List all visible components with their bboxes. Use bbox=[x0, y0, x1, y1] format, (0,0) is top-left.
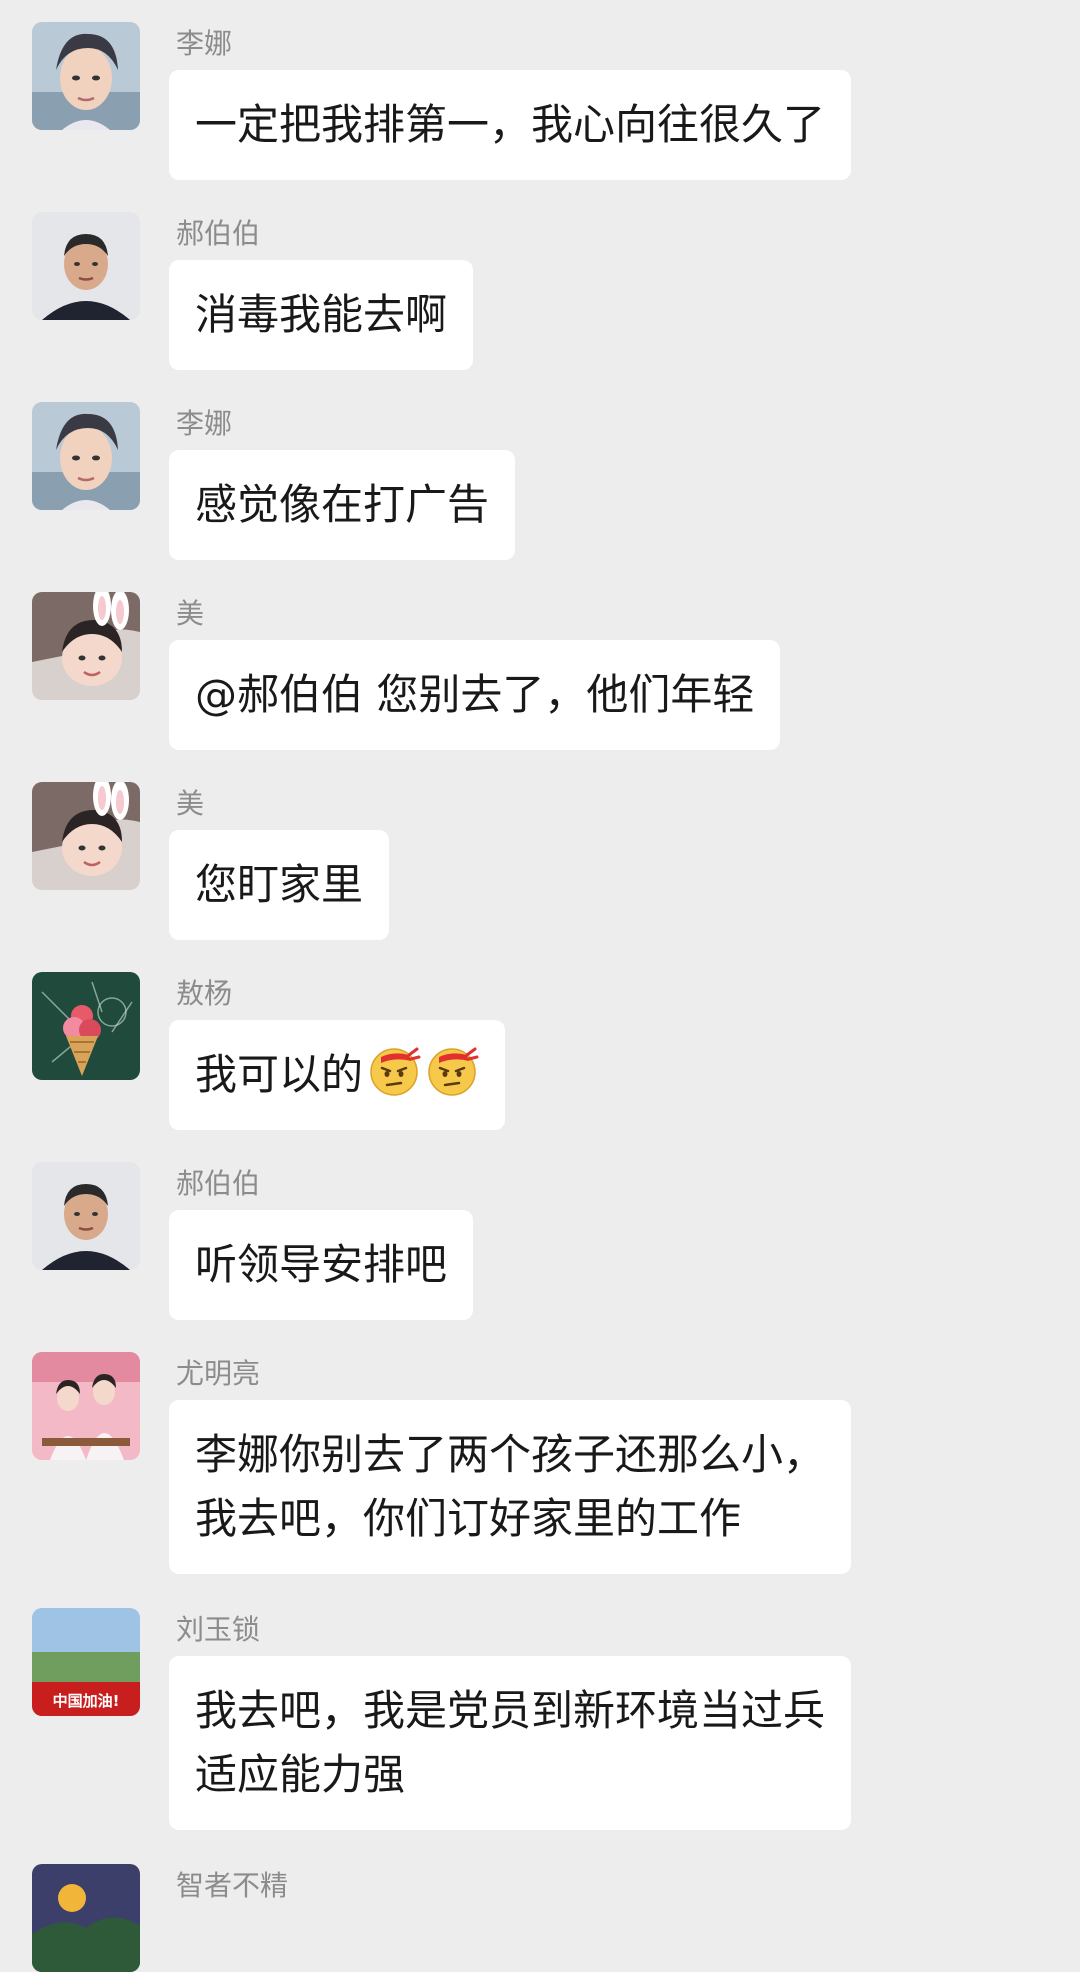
message-text: 我去吧，我是党员到新环境当过兵 bbox=[195, 1686, 826, 1735]
determined-face-emoji-icon bbox=[425, 1043, 479, 1097]
determined-face-emoji-icon bbox=[367, 1043, 421, 1097]
message-bubble[interactable]: 李娜你别去了两个孩子还那么小， 我去吧，你们订好家里的工作 bbox=[169, 1400, 852, 1574]
message-text: 消毒我能去啊 bbox=[195, 290, 448, 339]
avatar[interactable] bbox=[32, 972, 140, 1080]
message-bubble[interactable]: @郝伯伯 您别去了，他们年轻 bbox=[169, 640, 781, 750]
avatar-caption: 中国加油! bbox=[53, 1692, 120, 1710]
message-text: 您盯家里 bbox=[195, 860, 364, 909]
message-text: 一定把我排第一，我心向往很久了 bbox=[195, 100, 826, 149]
message-text: 我可以的 bbox=[195, 1050, 364, 1099]
message-bubble[interactable]: 感觉像在打广告 bbox=[169, 450, 516, 560]
sender-name: 敖杨 bbox=[176, 977, 233, 1010]
china-jiayou-avatar: 中国加油! bbox=[32, 1608, 140, 1716]
avatar[interactable] bbox=[32, 1352, 140, 1460]
message-bubble[interactable]: 我去吧，我是党员到新环境当过兵 适应能力强 bbox=[169, 1656, 852, 1830]
chat-message-list[interactable]: 李娜 一定把我排第一，我心向往很久了 郝伯伯 消毒我能去啊 李娜 感觉像在打广告… bbox=[0, 0, 1080, 1972]
sender-name: 李娜 bbox=[176, 407, 233, 440]
girl-with-bunny-ears-avatar bbox=[32, 782, 140, 890]
message-bubble[interactable]: 我可以的 bbox=[169, 1020, 506, 1130]
avatar[interactable] bbox=[32, 22, 140, 130]
sender-name: 智者不精 bbox=[176, 1869, 289, 1902]
avatar[interactable] bbox=[32, 782, 140, 890]
message-bubble[interactable]: 一定把我排第一，我心向往很久了 bbox=[169, 70, 852, 180]
message-text: 听领导安排吧 bbox=[195, 1240, 448, 1289]
woman-photo-avatar bbox=[32, 402, 140, 510]
sender-name: 美 bbox=[176, 597, 205, 630]
sender-name: 美 bbox=[176, 787, 205, 820]
message-text: @郝伯伯 您别去了，他们年轻 bbox=[195, 670, 755, 719]
landscape-avatar bbox=[32, 1864, 140, 1972]
avatar[interactable] bbox=[32, 592, 140, 700]
avatar[interactable] bbox=[32, 212, 140, 320]
sender-name: 郝伯伯 bbox=[176, 1167, 261, 1200]
avatar[interactable] bbox=[32, 1162, 140, 1270]
message-text: 感觉像在打广告 bbox=[195, 480, 490, 529]
older-man-photo-avatar bbox=[32, 1162, 140, 1270]
message-text: 李娜你别去了两个孩子还那么小， bbox=[195, 1430, 826, 1479]
message-bubble[interactable]: 听领导安排吧 bbox=[169, 1210, 474, 1320]
two-women-pink-avatar bbox=[32, 1352, 140, 1460]
avatar[interactable] bbox=[32, 1864, 140, 1972]
chalkboard-ice-cream-avatar bbox=[32, 972, 140, 1080]
older-man-photo-avatar bbox=[32, 212, 140, 320]
woman-photo-avatar bbox=[32, 22, 140, 130]
message-text: 适应能力强 bbox=[195, 1750, 406, 1799]
message-bubble[interactable]: 消毒我能去啊 bbox=[169, 260, 474, 370]
avatar[interactable] bbox=[32, 402, 140, 510]
sender-name: 李娜 bbox=[176, 27, 233, 60]
sender-name: 刘玉锁 bbox=[176, 1613, 261, 1646]
sender-name: 郝伯伯 bbox=[176, 217, 261, 250]
avatar[interactable]: 中国加油! bbox=[32, 1608, 140, 1716]
message-text: 我去吧，你们订好家里的工作 bbox=[195, 1494, 742, 1543]
sender-name: 尤明亮 bbox=[176, 1357, 261, 1390]
message-bubble[interactable]: 您盯家里 bbox=[169, 830, 390, 940]
girl-with-bunny-ears-avatar bbox=[32, 592, 140, 700]
